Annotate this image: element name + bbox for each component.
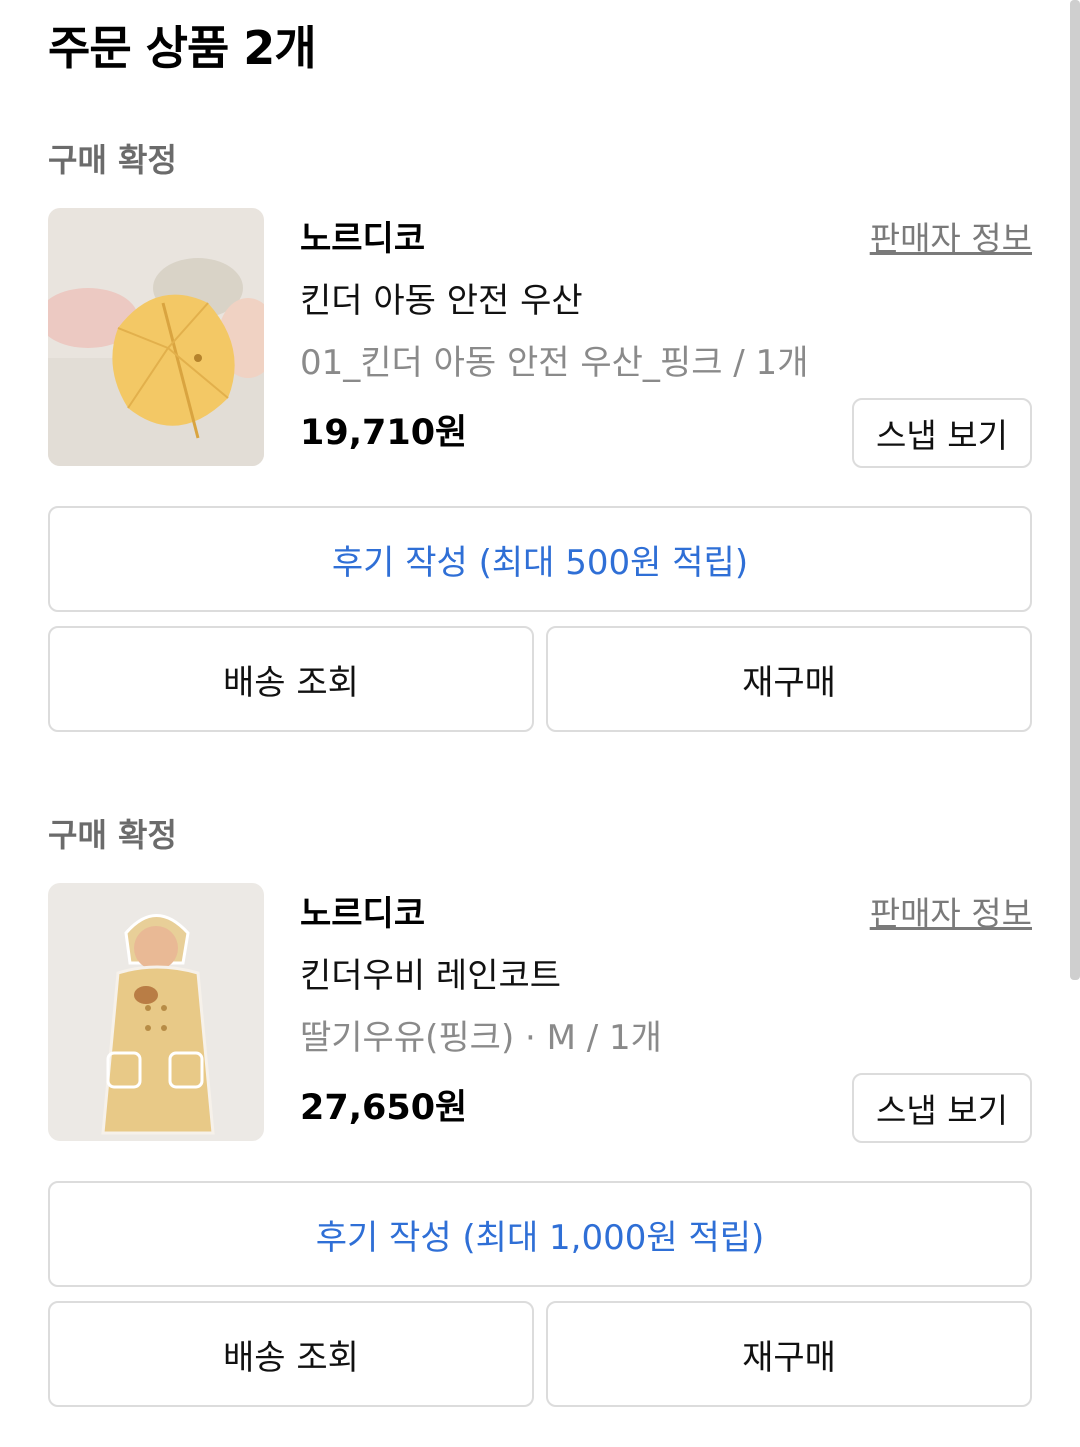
rebuy-button[interactable]: 재구매 — [546, 1301, 1032, 1407]
order-status: 구매 확정 — [48, 141, 177, 179]
snap-view-button[interactable]: 스냅 보기 — [852, 398, 1032, 468]
track-delivery-button[interactable]: 배송 조회 — [48, 626, 534, 732]
write-review-button[interactable]: 후기 작성 (최대 1,000원 적립) — [48, 1181, 1032, 1287]
product-name[interactable]: 킨더우비 레인코트 — [300, 953, 561, 999]
brand-name[interactable]: 노르디코 — [300, 216, 425, 262]
product-option: 딸기우유(핑크) · M / 1개 — [300, 1018, 662, 1058]
raincoat-product-image[interactable] — [48, 883, 264, 1141]
brand-name[interactable]: 노르디코 — [300, 891, 425, 937]
seller-info-link[interactable]: 판매자 정보 — [870, 891, 1032, 937]
umbrella-image-icon — [48, 208, 264, 466]
product-price: 27,650원 — [300, 1088, 468, 1128]
product-name[interactable]: 킨더 아동 안전 우산 — [300, 278, 583, 324]
product-price: 19,710원 — [300, 413, 468, 453]
page-title: 주문 상품 2개 — [48, 21, 317, 75]
order-products-page: 주문 상품 2개 구매 확정 노르디코 판매자 정보 킨더 아동 안전 우산 0… — [0, 0, 1080, 1447]
product-option: 01_킨더 아동 안전 우산_핑크 / 1개 — [300, 343, 809, 383]
umbrella-product-image[interactable] — [48, 208, 264, 466]
rebuy-button[interactable]: 재구매 — [546, 626, 1032, 732]
seller-info-link[interactable]: 판매자 정보 — [870, 216, 1032, 262]
snap-view-button[interactable]: 스냅 보기 — [852, 1073, 1032, 1143]
track-delivery-button[interactable]: 배송 조회 — [48, 1301, 534, 1407]
scrollbar[interactable] — [1070, 0, 1080, 980]
raincoat-image-icon — [48, 883, 264, 1141]
order-status: 구매 확정 — [48, 816, 177, 854]
write-review-button[interactable]: 후기 작성 (최대 500원 적립) — [48, 506, 1032, 612]
